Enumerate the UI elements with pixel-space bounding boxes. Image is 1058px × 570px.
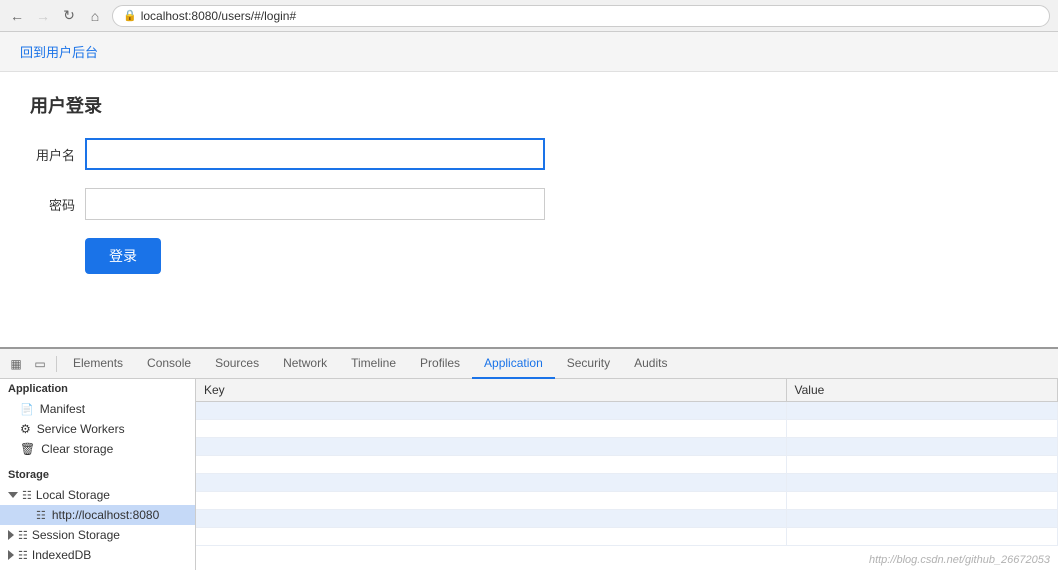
session-storage-label: Session Storage [32, 528, 120, 542]
devtools-body: Application 📄 Manifest ⚙ Service Workers… [0, 379, 1058, 570]
table-row [196, 474, 1058, 492]
device-mode-button[interactable]: ▭ [28, 352, 52, 376]
manifest-icon: 📄 [20, 403, 34, 416]
back-button[interactable]: ← [8, 7, 26, 25]
tab-sources[interactable]: Sources [203, 349, 271, 379]
table-row [196, 528, 1058, 546]
password-input[interactable] [85, 188, 545, 220]
username-row: 用户名 [30, 138, 1028, 170]
tab-network[interactable]: Network [271, 349, 339, 379]
service-workers-label: Service Workers [37, 422, 125, 436]
submit-row: 登录 [30, 238, 1028, 274]
local-storage-grid-icon: ☷ [22, 489, 32, 502]
back-to-dashboard-link[interactable]: 回到用户后台 [20, 42, 98, 61]
expand-session-storage-icon [8, 530, 14, 540]
url-text: localhost:8080/users/#/login# [141, 9, 296, 23]
sidebar-item-indexed-db[interactable]: ☷ IndexedDB [0, 545, 195, 565]
login-title: 用户登录 [30, 92, 1028, 118]
indexed-db-label: IndexedDB [32, 548, 91, 562]
session-storage-grid-icon: ☷ [18, 529, 28, 542]
sidebar-item-session-storage[interactable]: ☷ Session Storage [0, 525, 195, 545]
refresh-button[interactable]: ↻ [60, 7, 78, 25]
clear-storage-label: Clear storage [41, 442, 113, 456]
sidebar-item-service-workers[interactable]: ⚙ Service Workers [0, 419, 195, 439]
storage-section-title: Storage [0, 465, 195, 485]
col-value-header: Value [786, 379, 1058, 402]
col-key-header: Key [196, 379, 786, 402]
tab-console[interactable]: Console [135, 349, 203, 379]
login-button[interactable]: 登录 [85, 238, 161, 274]
tab-elements[interactable]: Elements [61, 349, 135, 379]
inspect-element-button[interactable]: ▦ [4, 352, 28, 376]
service-workers-icon: ⚙ [20, 422, 31, 436]
tab-profiles[interactable]: Profiles [408, 349, 472, 379]
sidebar-item-localhost-8080[interactable]: ☷ http://localhost:8080 [0, 505, 195, 525]
localhost-grid-icon: ☷ [36, 509, 46, 522]
tab-timeline[interactable]: Timeline [339, 349, 408, 379]
watermark-text: http://blog.csdn.net/github_26672053 [869, 554, 1050, 566]
sidebar-item-local-storage[interactable]: ☷ Local Storage [0, 485, 195, 505]
forward-button[interactable]: → [34, 7, 52, 25]
tab-security[interactable]: Security [555, 349, 622, 379]
sidebar-item-manifest[interactable]: 📄 Manifest [0, 399, 195, 419]
application-section-title: Application [0, 379, 195, 399]
password-label: 密码 [30, 195, 75, 214]
devtools-tab-bar: ▦ ▭ Elements Console Sources Network Tim… [0, 349, 1058, 379]
table-row [196, 492, 1058, 510]
devtools-main: Key Value http://blog.csdn.net/github_26… [196, 379, 1058, 570]
devtools-panel: ▦ ▭ Elements Console Sources Network Tim… [0, 347, 1058, 570]
expand-local-storage-icon [8, 492, 18, 498]
lock-icon: 🔒 [123, 9, 137, 22]
localhost-label: http://localhost:8080 [52, 508, 159, 522]
sidebar-item-clear-storage[interactable]: 🗑 Clear storage [0, 439, 195, 459]
indexed-db-grid-icon: ☷ [18, 549, 28, 562]
nav-bar: 回到用户后台 [0, 32, 1058, 72]
tab-audits[interactable]: Audits [622, 349, 679, 379]
table-row [196, 420, 1058, 438]
tab-application[interactable]: Application [472, 349, 555, 379]
login-section: 用户登录 用户名 密码 登录 [0, 72, 1058, 294]
storage-table: Key Value [196, 379, 1058, 546]
table-row [196, 402, 1058, 420]
local-storage-label: Local Storage [36, 488, 110, 502]
page-content: 回到用户后台 用户登录 用户名 密码 登录 [0, 32, 1058, 347]
table-row [196, 456, 1058, 474]
devtools-sidebar: Application 📄 Manifest ⚙ Service Workers… [0, 379, 196, 570]
expand-indexed-db-icon [8, 550, 14, 560]
username-label: 用户名 [30, 145, 75, 164]
tab-separator [56, 356, 57, 372]
table-row [196, 510, 1058, 528]
home-button[interactable]: ⌂ [86, 7, 104, 25]
clear-storage-icon: 🗑 [20, 442, 35, 456]
table-row [196, 438, 1058, 456]
username-input[interactable] [85, 138, 545, 170]
password-row: 密码 [30, 188, 1028, 220]
manifest-label: Manifest [40, 402, 85, 416]
address-bar[interactable]: 🔒 localhost:8080/users/#/login# [112, 5, 1050, 27]
browser-chrome: ← → ↻ ⌂ 🔒 localhost:8080/users/#/login# [0, 0, 1058, 32]
